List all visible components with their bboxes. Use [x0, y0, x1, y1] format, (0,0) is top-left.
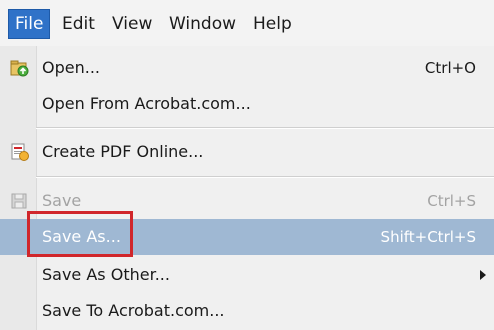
floppy-disk-icon	[11, 193, 27, 209]
annotation-highlight-box	[27, 211, 133, 257]
menu-item-save-as-other[interactable]: Save As Other...	[0, 257, 494, 293]
create-pdf-icon	[11, 143, 29, 161]
save-as-other-label: Save As Other...	[42, 265, 170, 284]
menu-item-save-to-acrobat[interactable]: Save To Acrobat.com...	[0, 293, 494, 329]
menu-help[interactable]: Help	[247, 10, 298, 38]
create-pdf-online-label: Create PDF Online...	[42, 142, 204, 161]
menu-item-open[interactable]: Open... Ctrl+O	[0, 50, 494, 86]
open-shortcut: Ctrl+O	[424, 59, 476, 77]
menu-file[interactable]: File	[8, 9, 51, 39]
open-folder-icon	[10, 60, 29, 77]
save-as-shortcut: Shift+Ctrl+S	[380, 228, 476, 246]
save-shortcut: Ctrl+S	[427, 192, 476, 210]
menu-view[interactable]: View	[106, 10, 158, 38]
menu-separator	[36, 176, 494, 178]
file-menu-dropdown: Open... Ctrl+O Open From Acrobat.com... …	[0, 46, 494, 330]
menu-item-open-from-acrobat[interactable]: Open From Acrobat.com...	[0, 86, 494, 122]
menu-window[interactable]: Window	[163, 10, 242, 38]
menu-edit[interactable]: Edit	[56, 10, 101, 38]
open-from-acrobat-label: Open From Acrobat.com...	[42, 94, 251, 113]
menu-separator	[36, 127, 494, 129]
save-to-acrobat-label: Save To Acrobat.com...	[42, 301, 225, 320]
open-label: Open...	[42, 58, 100, 77]
chevron-right-icon	[480, 270, 486, 280]
menu-item-create-pdf-online[interactable]: Create PDF Online...	[0, 134, 494, 170]
menu-bar: File Edit View Window Help	[0, 0, 494, 46]
